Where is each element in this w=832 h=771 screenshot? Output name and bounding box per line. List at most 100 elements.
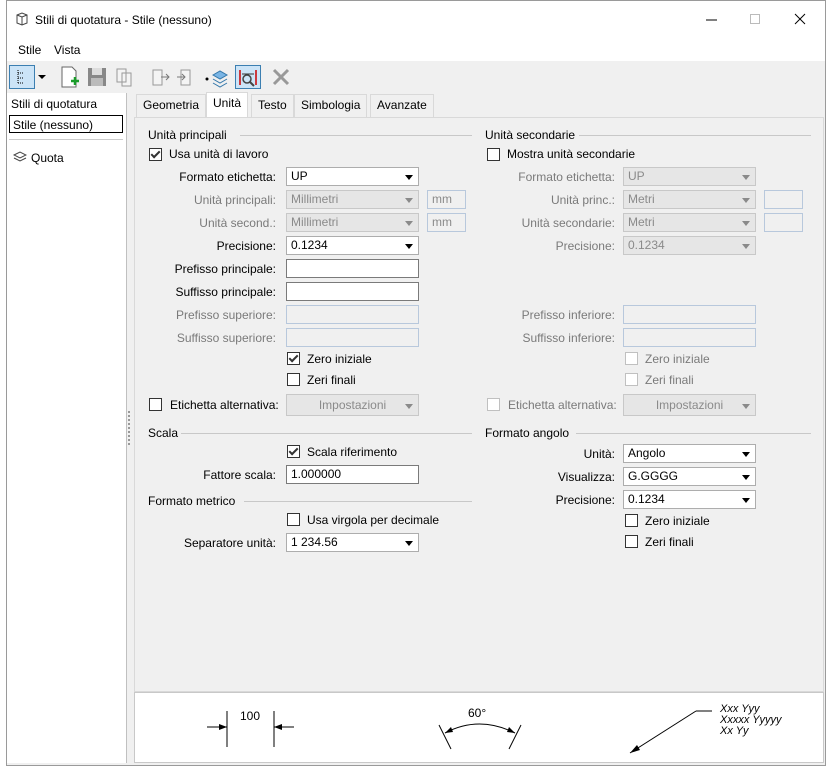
- lower-prefix-label: Prefisso inferiore:: [521, 308, 615, 322]
- close-icon[interactable]: [793, 12, 807, 26]
- use-work-units-label: Usa unità di lavoro: [169, 147, 269, 161]
- precision-label: Precisione:: [216, 239, 276, 253]
- new-style-icon[interactable]: [57, 65, 81, 89]
- upper-suffix-label: Suffisso superiore:: [176, 331, 276, 345]
- tab-geometria[interactable]: Geometria: [136, 94, 207, 117]
- trailing-zeros-checkbox[interactable]: [287, 373, 300, 386]
- primary-units-divider: [240, 135, 472, 136]
- sec-precision-label: Precisione:: [555, 239, 615, 253]
- sec-alt-label-checkbox[interactable]: [487, 398, 500, 411]
- label-format-label: Formato etichetta:: [179, 170, 276, 184]
- copy-icon[interactable]: [113, 65, 137, 89]
- unit-separator-label: Separatore unità:: [183, 536, 276, 550]
- label-format-select[interactable]: UP: [286, 167, 419, 186]
- leading-zero-checkbox[interactable]: [287, 352, 300, 365]
- lower-suffix-label: Suffisso inferiore:: [522, 331, 616, 345]
- dimension-style-icon[interactable]: [235, 65, 261, 89]
- alt-settings-button[interactable]: Impostazioni: [286, 394, 419, 416]
- delete-icon[interactable]: [269, 65, 293, 89]
- unit-separator-select[interactable]: 1 234.56: [286, 533, 419, 552]
- lower-suffix-input[interactable]: [623, 328, 756, 347]
- sec-leading-zero-checkbox[interactable]: [625, 352, 638, 365]
- dialog-window: Stili di quotatura - Stile (nessuno) Sti…: [6, 0, 826, 766]
- primary-units-select[interactable]: Millimetri: [286, 190, 419, 209]
- precision-select[interactable]: 0.1234: [286, 236, 419, 255]
- angle-leading-zero-label: Zero iniziale: [645, 514, 710, 528]
- primary-units-section: Unità principali: [148, 128, 227, 142]
- import-icon[interactable]: [147, 65, 171, 89]
- linear-dimension-text: 100: [240, 709, 261, 723]
- use-work-units-checkbox[interactable]: [149, 148, 162, 161]
- sec-label-format-select[interactable]: UP: [623, 167, 756, 186]
- scale-factor-input[interactable]: 1.000000: [286, 465, 419, 484]
- show-secondary-label: Mostra unità secondarie: [507, 147, 636, 161]
- upper-prefix-input[interactable]: [286, 305, 419, 324]
- angle-divider: [576, 433, 811, 434]
- save-icon[interactable]: [85, 65, 109, 89]
- scale-ref-label: Scala riferimento: [307, 445, 398, 459]
- sec-trailing-zeros-checkbox[interactable]: [625, 373, 638, 386]
- main-suffix-input[interactable]: [286, 282, 419, 301]
- preview-pane: 100 60° Xxx Yyy Xxxxx Yyyyy Xx Yy: [134, 692, 824, 763]
- primary-units-abbr-field[interactable]: mm: [427, 190, 466, 209]
- upper-suffix-input[interactable]: [286, 328, 419, 347]
- menu-vista[interactable]: Vista: [54, 43, 80, 57]
- angle-unit-label: Unità:: [583, 447, 615, 461]
- alt-label-text: Etichetta alternativa:: [170, 398, 279, 412]
- show-secondary-checkbox[interactable]: [487, 148, 500, 161]
- angle-precision-label: Precisione:: [555, 493, 615, 507]
- sec-precision-select[interactable]: 0.1234: [623, 236, 756, 255]
- sec-primary-units-abbr-field[interactable]: [764, 190, 803, 209]
- apply-style-icon[interactable]: [204, 65, 229, 89]
- metric-section: Formato metrico: [148, 494, 236, 508]
- menu-stile[interactable]: Stile: [18, 43, 41, 57]
- secondary-units-label: Unità second.:: [199, 216, 276, 230]
- sec-alt-settings-button[interactable]: Impostazioni: [623, 394, 756, 416]
- tree-item-quota[interactable]: Quota: [31, 151, 64, 165]
- primary-units-label: Unità principali:: [193, 193, 276, 207]
- style-tree-pane: Stili di quotatura Stile (nessuno) Quota: [7, 93, 127, 763]
- tab-testo[interactable]: Testo: [251, 94, 294, 117]
- layers-icon: [12, 151, 28, 163]
- upper-prefix-label: Prefisso superiore:: [175, 308, 276, 322]
- sec-secondary-units-label: Unità secondarie:: [521, 216, 615, 230]
- tab-unita[interactable]: Unità: [206, 92, 249, 118]
- sec-trailing-zeros-label: Zeri finali: [645, 373, 694, 387]
- tree-selected-style[interactable]: Stile (nessuno): [9, 115, 123, 133]
- secondary-units-abbr-field[interactable]: mm: [427, 213, 466, 232]
- angle-trailing-zeros-checkbox[interactable]: [625, 535, 638, 548]
- sec-secondary-units-abbr-field[interactable]: [764, 213, 803, 232]
- chevron-down-icon[interactable]: [37, 65, 47, 89]
- decimal-comma-checkbox[interactable]: [287, 513, 300, 526]
- menu-bar: Stile Vista: [7, 39, 825, 61]
- alt-label-checkbox[interactable]: [149, 398, 162, 411]
- angle-section: Formato angolo: [485, 426, 570, 440]
- sec-label-format-label: Formato etichetta:: [518, 170, 615, 184]
- secondary-units-divider: [579, 135, 811, 136]
- secondary-units-section: Unità secondarie: [485, 128, 576, 142]
- toolbar: [7, 61, 825, 93]
- main-prefix-input[interactable]: [286, 259, 419, 278]
- app-icon: [15, 12, 29, 26]
- metric-divider: [244, 501, 472, 502]
- scale-section: Scala: [148, 426, 179, 440]
- tree-separator: [9, 139, 123, 140]
- tab-avanzate[interactable]: Avanzate: [370, 94, 434, 117]
- angle-precision-select[interactable]: 0.1234: [623, 490, 756, 509]
- angle-leading-zero-checkbox[interactable]: [625, 514, 638, 527]
- decimal-comma-label: Usa virgola per decimale: [307, 513, 440, 527]
- lower-prefix-input[interactable]: [623, 305, 756, 324]
- export-icon[interactable]: [175, 65, 199, 89]
- tree-view-icon[interactable]: [9, 65, 35, 89]
- sec-primary-units-select[interactable]: Metri: [623, 190, 756, 209]
- splitter-handle[interactable]: [128, 411, 131, 445]
- sec-secondary-units-select[interactable]: Metri: [623, 213, 756, 232]
- note-text: Xxx Yyy Xxxxx Yyyyy Xx Yy: [720, 704, 782, 737]
- angle-trailing-zeros-label: Zeri finali: [645, 535, 694, 549]
- tab-simbologia[interactable]: Simbologia: [294, 94, 368, 117]
- scale-ref-checkbox[interactable]: [287, 445, 300, 458]
- angle-display-select[interactable]: G.GGGG: [623, 467, 756, 486]
- secondary-units-select[interactable]: Millimetri: [286, 213, 419, 232]
- minimize-icon[interactable]: [705, 12, 719, 26]
- angle-unit-select[interactable]: Angolo: [623, 444, 756, 463]
